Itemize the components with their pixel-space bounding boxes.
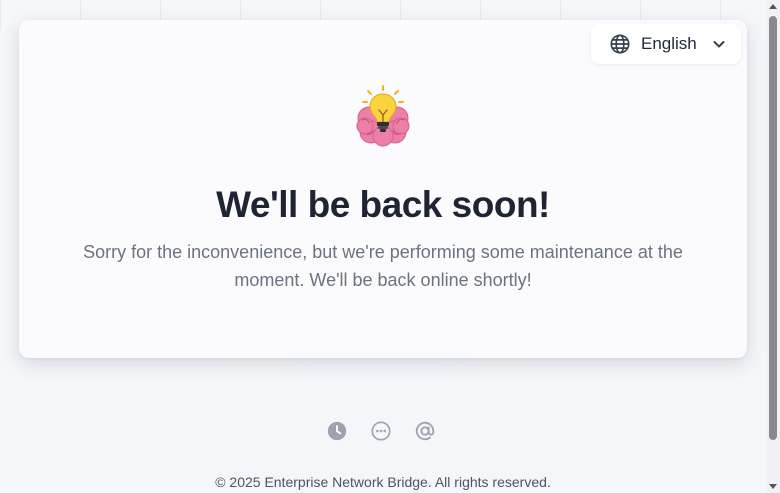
scroll-up-arrow-icon[interactable] — [769, 4, 777, 9]
maintenance-page: English We'll be back soon! Sorry for th… — [0, 0, 780, 493]
brain-lightbulb-icon — [353, 84, 413, 148]
chevron-down-icon — [711, 36, 727, 52]
scrollbar-thumb[interactable] — [769, 16, 777, 440]
at-sign-icon[interactable] — [414, 420, 436, 442]
copyright-text: © 2025 Enterprise Network Bridge. All ri… — [215, 474, 551, 490]
globe-icon — [609, 33, 631, 55]
clock-icon[interactable] — [326, 420, 348, 442]
language-label: English — [641, 34, 697, 53]
footer-links — [326, 419, 446, 443]
language-selector[interactable]: English — [591, 24, 741, 64]
scroll-down-arrow-icon[interactable] — [769, 484, 777, 489]
maintenance-card: English We'll be back soon! Sorry for th… — [19, 20, 747, 358]
vertical-scrollbar[interactable] — [766, 0, 780, 493]
page-title: We'll be back soon! — [216, 184, 550, 225]
maintenance-message: Sorry for the inconvenience, but we're p… — [83, 242, 683, 290]
more-dots-icon[interactable] — [370, 420, 392, 442]
